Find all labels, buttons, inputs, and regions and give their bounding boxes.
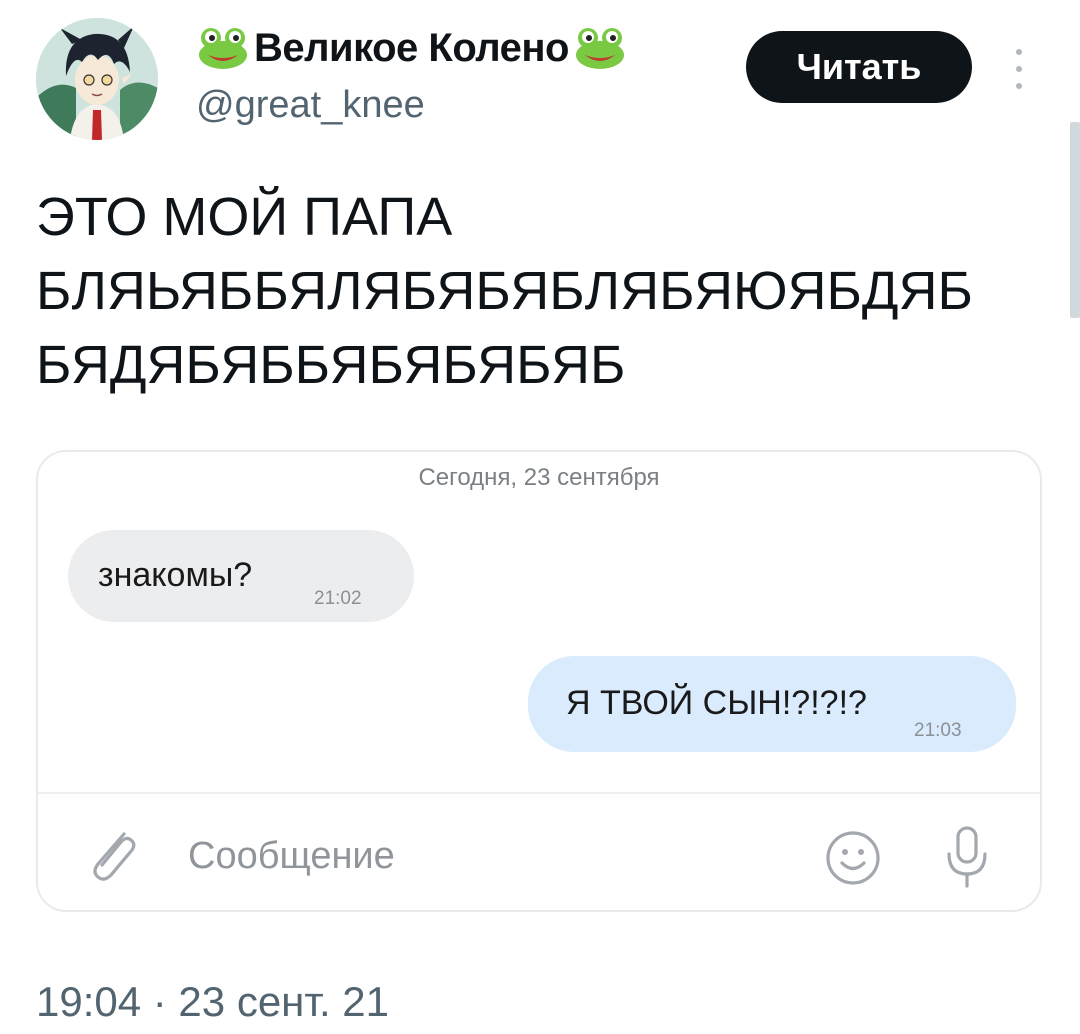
- incoming-message-bubble: знакомы? 21:02: [68, 530, 414, 622]
- follow-button[interactable]: Читать: [746, 31, 972, 103]
- message-text: знакомы?: [98, 556, 253, 594]
- user-handle[interactable]: @great_knee: [196, 84, 425, 127]
- outgoing-message-bubble: Я ТВОЙ СЫН!?!?!? 21:03: [528, 656, 1016, 752]
- tweet-timestamp[interactable]: 19:04 · 23 сент. 21: [36, 978, 389, 1026]
- composer-divider: [38, 792, 1040, 794]
- avatar[interactable]: [36, 18, 158, 140]
- message-time: 21:03: [914, 720, 962, 741]
- frog-emoji-icon: [196, 25, 250, 71]
- paperclip-icon: [93, 832, 136, 881]
- scrollbar[interactable]: [1070, 122, 1080, 318]
- chat-screenshot-card: Сегодня, 23 сентября знакомы? 21:02 Я ТВ…: [36, 450, 1042, 912]
- display-name[interactable]: Великое Колено: [196, 22, 627, 74]
- microphone-icon: [947, 826, 987, 888]
- frog-emoji-icon: [573, 25, 627, 71]
- vertical-dots-icon[interactable]: [1008, 46, 1030, 92]
- message-text: Я ТВОЙ СЫН!?!?!?: [566, 684, 867, 722]
- chat-date-separator: Сегодня, 23 сентября: [418, 464, 660, 491]
- tweet-text: ЭТО МОЙ ПАПА БЛЯЬЯББЯЛЯБЯБЯБЛЯБЯЮЯБДЯБ Б…: [36, 187, 973, 395]
- display-name-text: Великое Колено: [254, 25, 570, 70]
- message-input: [188, 830, 788, 882]
- emoji-icon: [826, 831, 880, 885]
- anime-character-avatar: [36, 18, 158, 140]
- message-time: 21:02: [314, 588, 362, 609]
